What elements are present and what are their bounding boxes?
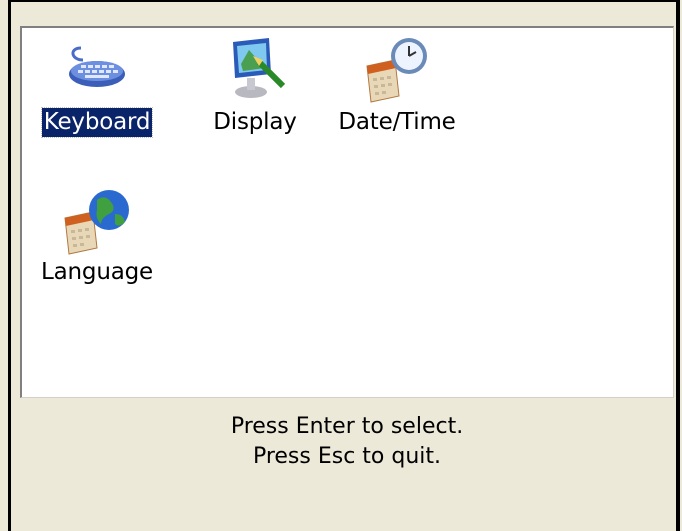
status-line-quit: Press Esc to quit. <box>252 444 442 469</box>
left-border <box>8 0 11 531</box>
keyboard-icon <box>69 46 125 87</box>
right-border <box>676 0 680 531</box>
clock-calendar-icon <box>366 38 427 103</box>
settings-panel: Keyboard Display Date/Time Language <box>20 26 674 398</box>
language-label: Language <box>41 259 153 285</box>
keyboard-item[interactable]: Keyboard <box>32 34 162 138</box>
keyboard-label: Keyboard <box>40 107 154 138</box>
status-line-select: Press Enter to select. <box>230 414 464 439</box>
language-item[interactable]: Language <box>32 184 162 287</box>
top-border <box>8 0 680 2</box>
display-item[interactable]: Display <box>190 34 320 137</box>
status-area: Press Enter to select. Press Esc to quit… <box>20 412 674 472</box>
window-frame: Keyboard Display Date/Time Language Pres… <box>0 0 682 531</box>
display-label: Display <box>213 109 297 135</box>
datetime-item[interactable]: Date/Time <box>332 34 462 137</box>
display-icon <box>233 38 286 98</box>
globe-calendar-icon <box>64 190 129 255</box>
datetime-label: Date/Time <box>338 109 456 135</box>
